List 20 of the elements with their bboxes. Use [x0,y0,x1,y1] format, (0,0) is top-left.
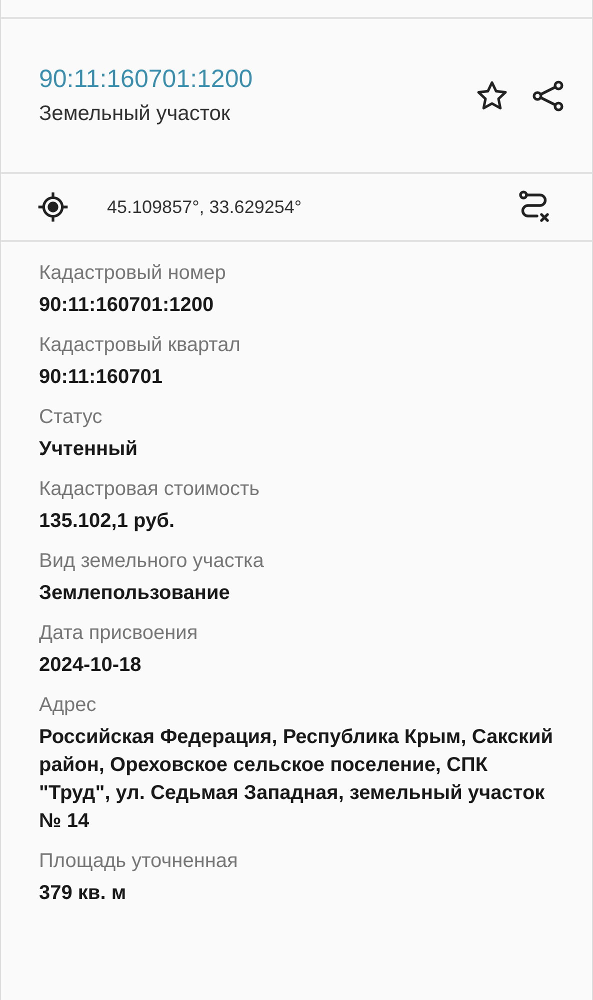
field-label: Площадь уточненная [39,850,239,873]
field-value: Землепользование [39,581,231,606]
field-value: Российская Федерация, Республика Крым, Сакский район, Ореховское сельское поселение, СПК "Труд", ул. Седьмая Западная, земельный участок № 14 [39,725,554,834]
field-label: Адрес [39,694,98,717]
field-label: Кадастровый квартал [39,334,242,357]
field-label: Дата присвоения [39,622,199,645]
field-value: 379 кв. м [39,881,128,906]
object-type: Земельный участок [39,102,232,126]
field-value: 90:11:160701:1200 [39,293,215,318]
field-value: 90:11:160701 [39,365,164,390]
field-label: Кадастровый номер [39,262,227,285]
field-label: Кадастровая стоимость [39,478,261,501]
location-target-icon[interactable] [37,191,69,223]
cadastral-number-title: 90:11:160701:1200 [39,65,254,94]
field-label: Статус [39,406,104,429]
coordinates-text: 45.109857°, 33.629254° [107,196,303,218]
field-value: Учтенный [39,437,139,462]
field-label: Вид земельного участка [39,550,265,573]
field-value: 2024-10-18 [39,653,142,678]
field-value: 135.102,1 руб. [39,509,176,534]
